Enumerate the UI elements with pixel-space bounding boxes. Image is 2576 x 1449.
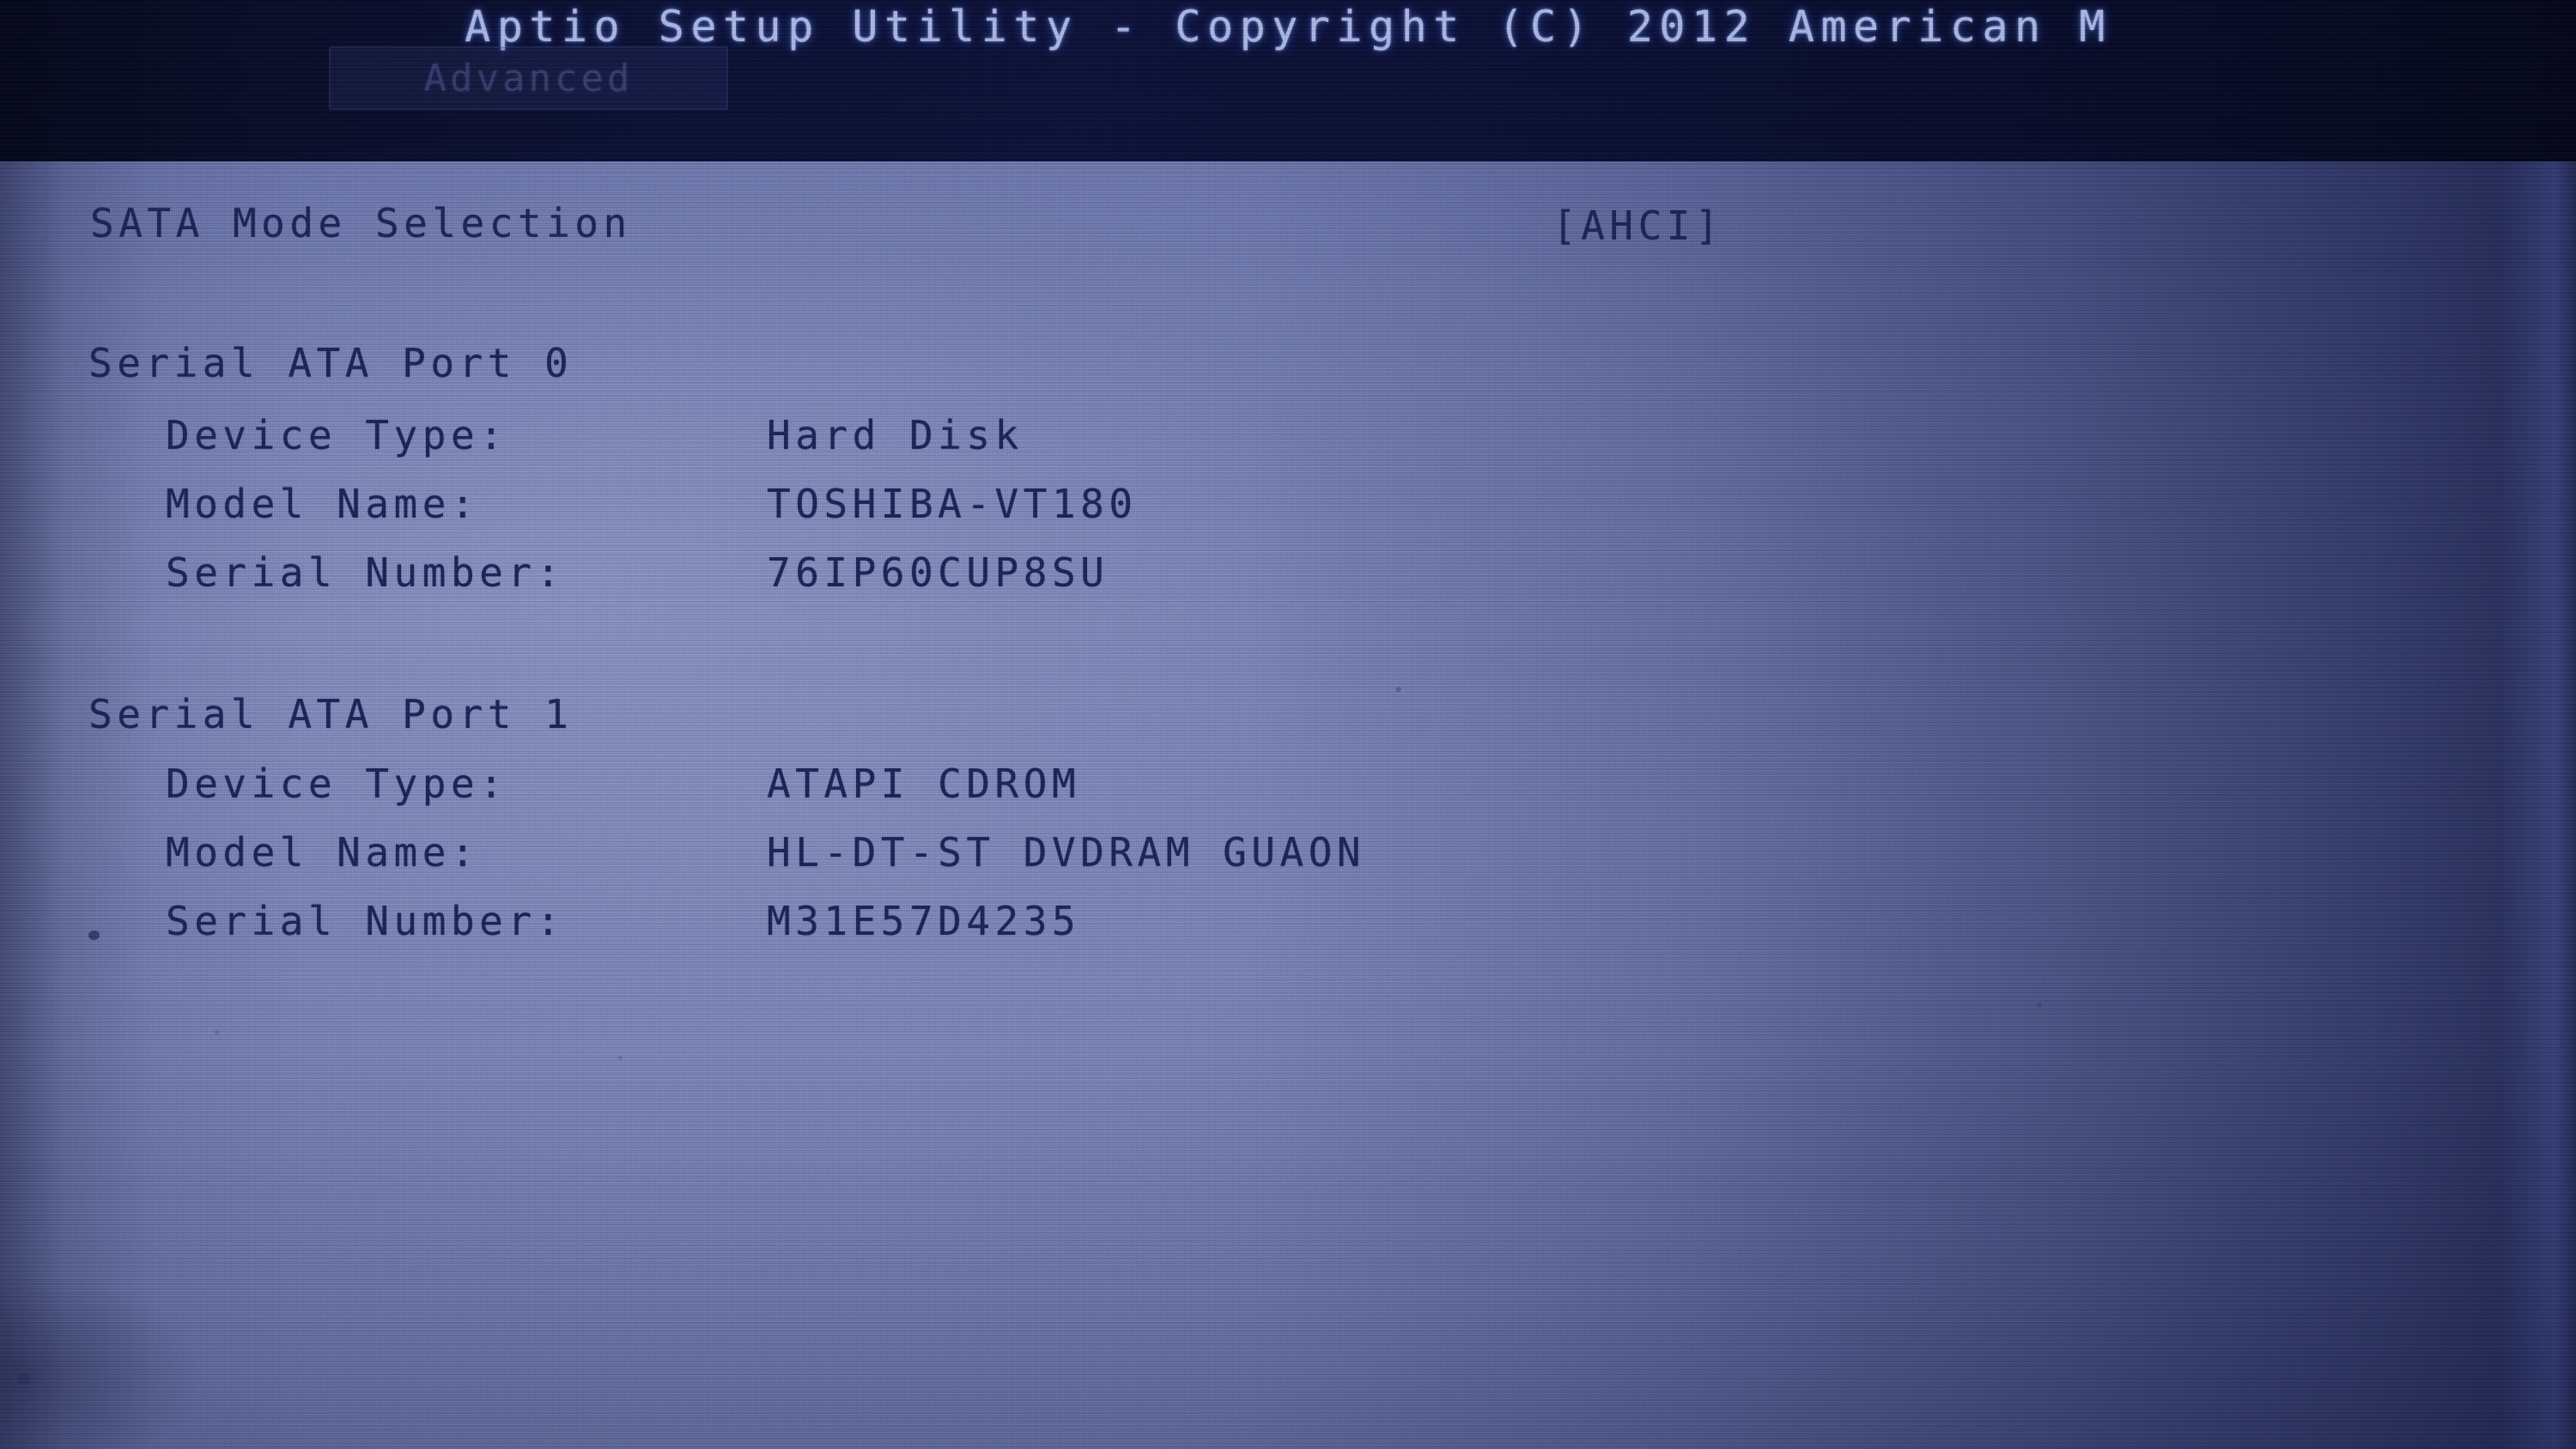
tab-advanced[interactable]: Advanced bbox=[329, 46, 728, 110]
port0-serial-number-label: Serial Number: bbox=[166, 549, 565, 596]
port1-serial-number-label: Serial Number: bbox=[166, 898, 565, 944]
port0-device-type-label: Device Type: bbox=[166, 412, 508, 458]
port0-serial-number-value: 76IP60CUP8SU bbox=[767, 549, 1109, 596]
tab-advanced-label: Advanced bbox=[423, 56, 634, 100]
serial-ata-port-1-title: Serial ATA Port 1 bbox=[88, 691, 574, 737]
port1-model-name-label: Model Name: bbox=[166, 829, 480, 876]
sata-mode-selection-label: SATA Mode Selection bbox=[90, 200, 632, 246]
port1-device-type-value: ATAPI CDROM bbox=[767, 761, 1081, 807]
port1-model-name-value: HL-DT-ST DVDRAM GUAON bbox=[767, 829, 1366, 876]
serial-ata-port-0-title: Serial ATA Port 0 bbox=[88, 340, 574, 386]
port1-serial-number-value: M31E57D4235 bbox=[767, 898, 1081, 944]
sata-mode-selection-value[interactable]: [AHCI] bbox=[1552, 203, 1723, 249]
bios-screen: Aptio Setup Utility - Copyright (C) 2012… bbox=[0, 0, 2576, 1449]
port0-model-name-label: Model Name: bbox=[166, 481, 480, 527]
menu-tab-strip: Advanced bbox=[0, 46, 2576, 115]
settings-panel: SATA Mode Selection [AHCI] Serial ATA Po… bbox=[0, 161, 2576, 1449]
port0-device-type-value: Hard Disk bbox=[767, 412, 1024, 458]
port1-device-type-label: Device Type: bbox=[166, 761, 508, 807]
page-title: Aptio Setup Utility - Copyright (C) 2012… bbox=[465, 2, 2111, 52]
port0-model-name-value: TOSHIBA-VT180 bbox=[767, 481, 1138, 527]
